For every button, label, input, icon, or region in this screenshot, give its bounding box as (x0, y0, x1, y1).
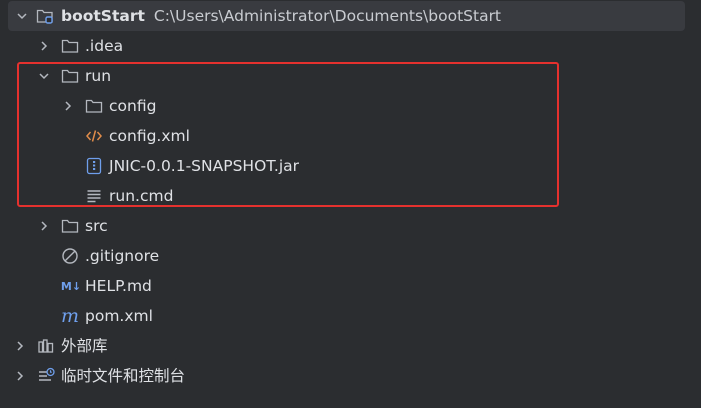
chevron-right-icon[interactable] (12, 338, 28, 354)
markdown-icon: M↓ (60, 277, 82, 295)
markdown-icon-glyph: M↓ (60, 279, 82, 293)
archive-icon (85, 157, 103, 175)
item-label: config (109, 97, 157, 115)
item-label: .idea (85, 37, 124, 55)
item-label: run.cmd (109, 187, 174, 205)
item-label: JNIC-0.0.1-SNAPSHOT.jar (109, 157, 299, 175)
text-file-icon (85, 187, 103, 205)
scratches-icon (37, 367, 55, 385)
item-label: run (85, 67, 112, 85)
tree-row-pom-xml[interactable]: m pom.xml (0, 301, 701, 331)
item-label: src (85, 217, 108, 235)
tree-row-external-libraries[interactable]: 外部库 (0, 331, 701, 361)
item-label: pom.xml (85, 307, 153, 325)
item-label: HELP.md (85, 277, 152, 295)
item-label: .gitignore (85, 247, 160, 265)
tree-row-project-root[interactable]: bootStart C:\Users\Administrator\Document… (8, 1, 685, 31)
item-label: 外部库 (61, 337, 108, 355)
tree-row-jar[interactable]: JNIC-0.0.1-SNAPSHOT.jar (0, 151, 701, 181)
chevron-right-icon[interactable] (12, 368, 28, 384)
folder-icon (61, 37, 79, 55)
module-folder-icon (36, 7, 54, 25)
project-path: C:\Users\Administrator\Documents\bootSta… (153, 7, 502, 25)
tree-row-idea[interactable]: .idea (0, 31, 701, 61)
tree-row-help-md[interactable]: M↓ HELP.md (0, 271, 701, 301)
folder-icon (61, 67, 79, 85)
chevron-down-icon[interactable] (14, 8, 30, 24)
item-label: 临时文件和控制台 (61, 367, 186, 385)
item-label: config.xml (109, 127, 190, 145)
tree-row-src[interactable]: src (0, 211, 701, 241)
chevron-right-icon[interactable] (36, 218, 52, 234)
project-title: bootStart (61, 7, 145, 25)
chevron-down-icon[interactable] (36, 68, 52, 84)
project-tree: bootStart C:\Users\Administrator\Document… (0, 0, 701, 408)
folder-icon (61, 217, 79, 235)
maven-icon: m (60, 305, 80, 327)
tree-row-config-dir[interactable]: config (0, 91, 701, 121)
tree-row-config-xml[interactable]: config.xml (0, 121, 701, 151)
chevron-right-icon[interactable] (36, 38, 52, 54)
tree-row-gitignore[interactable]: .gitignore (0, 241, 701, 271)
library-icon (37, 337, 55, 355)
maven-icon-glyph: m (60, 305, 80, 327)
xml-file-icon (85, 127, 103, 145)
ignored-file-icon (61, 247, 79, 265)
folder-icon (85, 97, 103, 115)
tree-row-scratches[interactable]: 临时文件和控制台 (0, 361, 701, 391)
tree-row-run-cmd[interactable]: run.cmd (0, 181, 701, 211)
project-name: bootStart C:\Users\Administrator\Document… (61, 1, 501, 31)
tree-row-run[interactable]: run (0, 61, 701, 91)
chevron-right-icon[interactable] (60, 98, 76, 114)
